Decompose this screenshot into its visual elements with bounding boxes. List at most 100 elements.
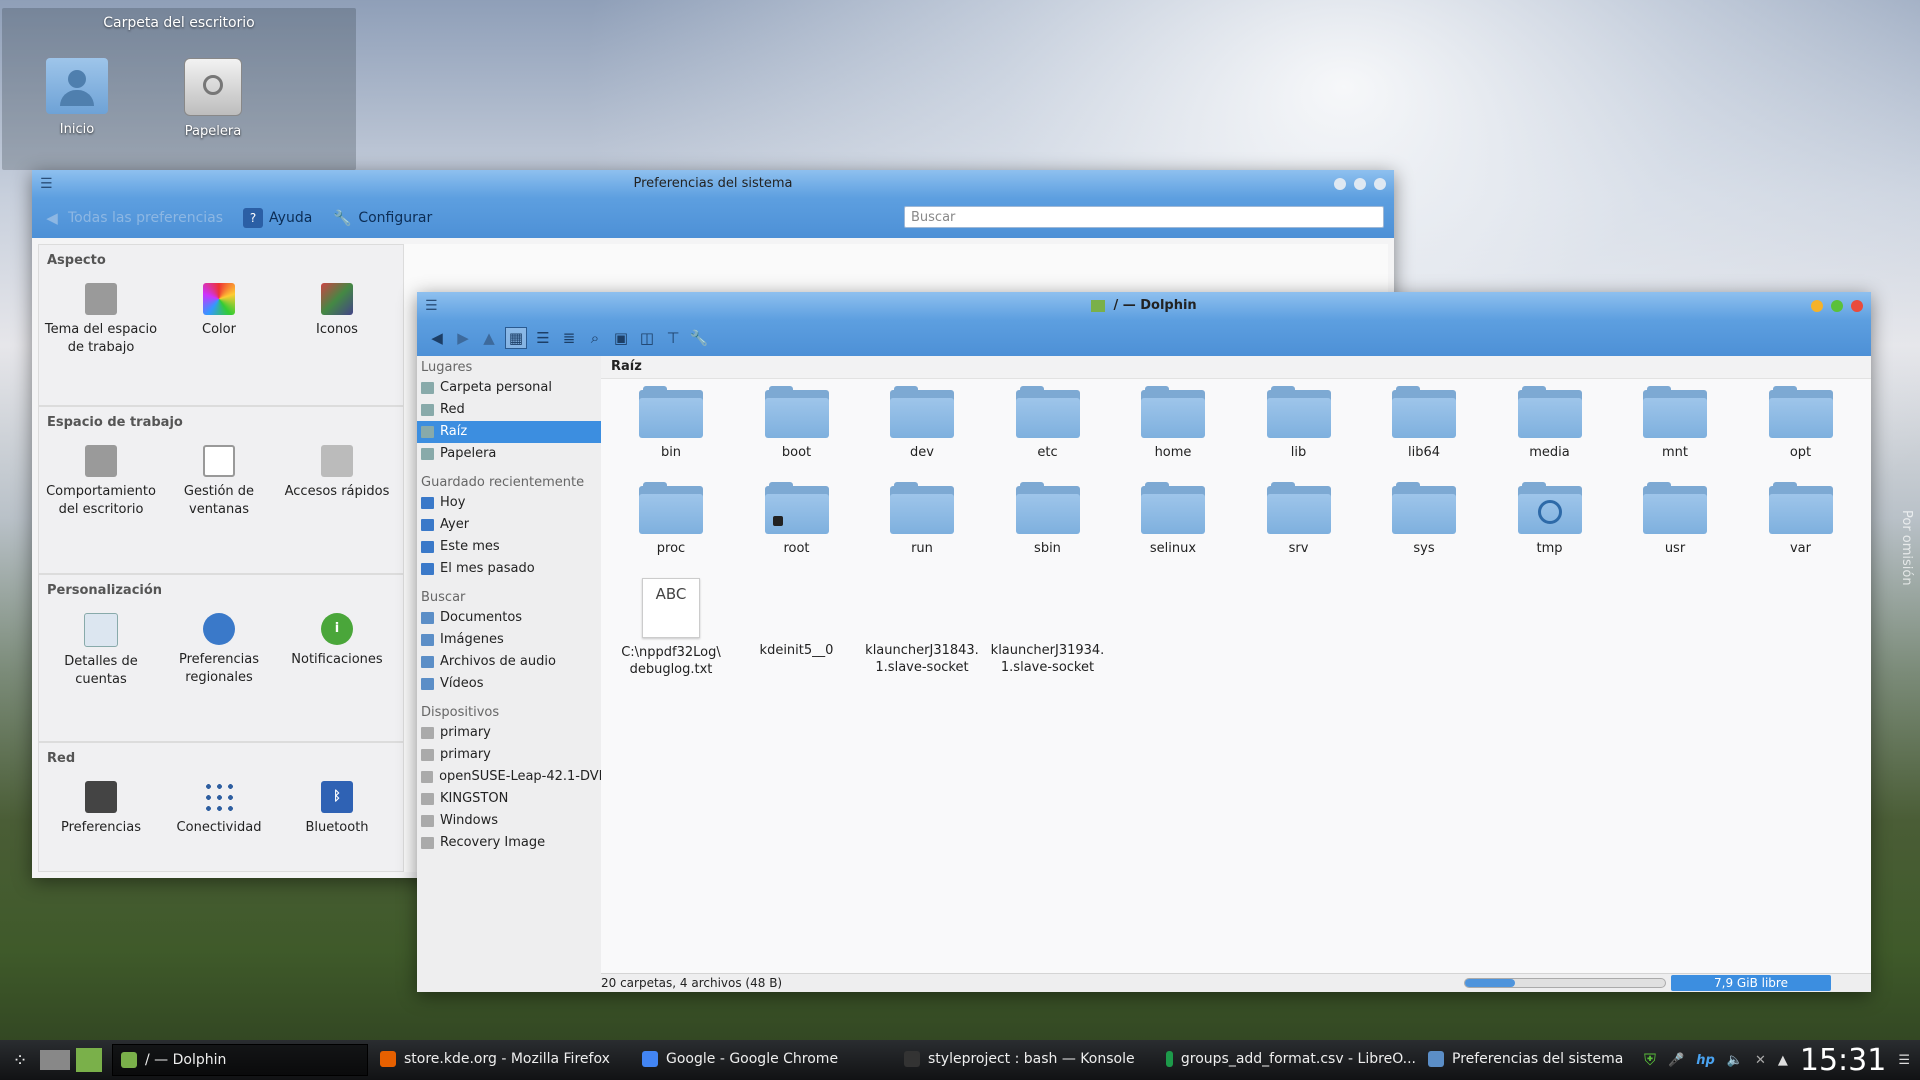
panel-menu-icon[interactable]: ☰	[1898, 1053, 1910, 1068]
taskbar-task[interactable]: Google - Google Chrome	[634, 1044, 892, 1074]
file-item[interactable]: ABC C:\nppdf32Log\ debuglog.txt	[611, 578, 731, 678]
title-bar[interactable]: ☰ / — Dolphin	[417, 292, 1871, 320]
file-item[interactable]: srv	[1239, 482, 1359, 557]
module-desktop-behavior[interactable]: Comportamiento del escritorio	[43, 445, 159, 519]
desktop-icon-home[interactable]: Inicio	[22, 58, 132, 137]
file-item[interactable]: klauncherJ31934. 1.slave-socket	[988, 578, 1108, 676]
title-bar[interactable]: ☰ Preferencias del sistema	[32, 170, 1394, 198]
file-item[interactable]: home	[1113, 386, 1233, 461]
tray-expand-icon[interactable]: ▲	[1778, 1053, 1788, 1068]
window-menu-icon[interactable]: ☰	[425, 292, 438, 320]
file-item[interactable]: mnt	[1615, 386, 1735, 461]
forward-arrow-icon[interactable]: ▶	[453, 328, 473, 348]
icons-view-icon[interactable]: ▦	[505, 327, 527, 349]
places-item[interactable]: primary	[417, 744, 601, 766]
back-arrow-icon[interactable]: ◀	[427, 328, 447, 348]
places-item[interactable]: Archivos de audio	[417, 651, 601, 673]
shield-icon[interactable]: ⛨	[1644, 1050, 1656, 1070]
file-item[interactable]: root	[737, 482, 857, 557]
configure-button[interactable]: 🔧 Configurar	[332, 208, 432, 228]
places-item[interactable]: El mes pasado	[417, 558, 601, 580]
clock[interactable]: 15:31	[1800, 1043, 1886, 1078]
search-icon[interactable]: ⌕	[585, 328, 605, 348]
file-item[interactable]: lib64	[1364, 386, 1484, 461]
zoom-slider[interactable]	[1464, 978, 1666, 988]
close-button[interactable]	[1374, 178, 1386, 190]
wrench-icon[interactable]: 🔧	[689, 328, 709, 348]
places-item[interactable]: Documentos	[417, 607, 601, 629]
close-button[interactable]	[1851, 300, 1863, 312]
microphone-icon[interactable]: 🎤	[1668, 1053, 1684, 1068]
places-item[interactable]: KINGSTON	[417, 788, 601, 810]
maximize-button[interactable]	[1831, 300, 1843, 312]
app-launcher-icon[interactable]: ⁘	[0, 1050, 40, 1071]
maximize-button[interactable]	[1354, 178, 1366, 190]
places-item[interactable]: Raíz	[417, 421, 601, 443]
places-item[interactable]: Hoy	[417, 492, 601, 514]
file-item[interactable]: proc	[611, 482, 731, 557]
places-item[interactable]: Windows	[417, 810, 601, 832]
desktop-icon-trash[interactable]: Papelera	[158, 58, 268, 139]
taskbar-task[interactable]: Preferencias del sistema	[1420, 1044, 1678, 1074]
module-workspace-theme[interactable]: Tema del espacio de trabajo	[43, 283, 159, 357]
split-view-icon[interactable]: ◫	[637, 328, 657, 348]
file-item[interactable]: opt	[1741, 386, 1861, 461]
file-item[interactable]: run	[862, 482, 982, 557]
preview-icon[interactable]: ▣	[611, 328, 631, 348]
window-menu-icon[interactable]: ☰	[40, 170, 53, 198]
file-item[interactable]: bin	[611, 386, 731, 461]
module-bluetooth[interactable]: ᛒ Bluetooth	[279, 781, 395, 837]
module-shortcuts[interactable]: Accesos rápidos	[279, 445, 395, 501]
module-notifications[interactable]: i Notificaciones	[279, 613, 395, 669]
location-bar[interactable]: Raíz	[601, 356, 1871, 379]
file-item[interactable]: boot	[737, 386, 857, 461]
places-item[interactable]: Ayer	[417, 514, 601, 536]
file-item[interactable]: lib	[1239, 386, 1359, 461]
help-button[interactable]: ? Ayuda	[243, 208, 312, 228]
places-item[interactable]: Recovery Image	[417, 832, 601, 854]
file-item[interactable]: sys	[1364, 482, 1484, 557]
compact-view-icon[interactable]: ☰	[533, 328, 553, 348]
file-item[interactable]: media	[1490, 386, 1610, 461]
places-item[interactable]: Papelera	[417, 443, 601, 465]
search-input[interactable]: Buscar	[904, 206, 1384, 228]
module-network-settings[interactable]: Preferencias	[43, 781, 159, 837]
show-desktop-icon[interactable]	[40, 1050, 70, 1070]
places-item[interactable]: Red	[417, 399, 601, 421]
taskbar-task[interactable]: store.kde.org - Mozilla Firefox	[372, 1044, 630, 1074]
taskbar-task[interactable]: styleproject : bash — Konsole	[896, 1044, 1154, 1074]
file-item[interactable]: sbin	[988, 482, 1108, 557]
network-icon[interactable]: ✕	[1755, 1053, 1766, 1068]
file-item[interactable]: usr	[1615, 482, 1735, 557]
file-item[interactable]: kdeinit5__0	[737, 578, 857, 659]
file-item[interactable]: etc	[988, 386, 1108, 461]
places-item[interactable]: Imágenes	[417, 629, 601, 651]
file-item[interactable]: tmp	[1490, 482, 1610, 557]
places-item[interactable]: primary	[417, 722, 601, 744]
file-item[interactable]: klauncherJ31843. 1.slave-socket	[862, 578, 982, 676]
module-regional-settings[interactable]: Preferencias regionales	[161, 613, 277, 687]
minimize-button[interactable]	[1811, 300, 1823, 312]
volume-icon[interactable]: 🔈	[1727, 1053, 1743, 1068]
taskbar-task[interactable]: / — Dolphin	[112, 1044, 368, 1076]
minimize-button[interactable]	[1334, 178, 1346, 190]
places-item[interactable]: Vídeos	[417, 673, 601, 695]
file-item[interactable]: var	[1741, 482, 1861, 557]
file-manager-launcher-icon[interactable]	[76, 1048, 102, 1072]
module-connectivity[interactable]: Conectividad	[161, 781, 277, 837]
module-icons[interactable]: Iconos	[279, 283, 395, 339]
places-item[interactable]: Este mes	[417, 536, 601, 558]
all-settings-button[interactable]: ◀ Todas las preferencias	[42, 208, 223, 228]
up-arrow-icon[interactable]: ▲	[479, 328, 499, 348]
module-window-management[interactable]: Gestión de ventanas	[161, 445, 277, 519]
details-view-icon[interactable]: ≣	[559, 328, 579, 348]
filter-icon[interactable]: ⊤	[663, 328, 683, 348]
taskbar-task[interactable]: groups_add_format.csv - LibreO...	[1158, 1044, 1416, 1074]
places-item[interactable]: Carpeta personal	[417, 377, 601, 399]
file-item[interactable]: selinux	[1113, 482, 1233, 557]
module-color[interactable]: Color	[161, 283, 277, 339]
hp-icon[interactable]: hp	[1696, 1053, 1715, 1068]
free-space-indicator[interactable]: 7,9 GiB libre	[1671, 975, 1831, 991]
places-item[interactable]: openSUSE-Leap-42.1-DVD-	[417, 766, 601, 788]
file-item[interactable]: dev	[862, 386, 982, 461]
